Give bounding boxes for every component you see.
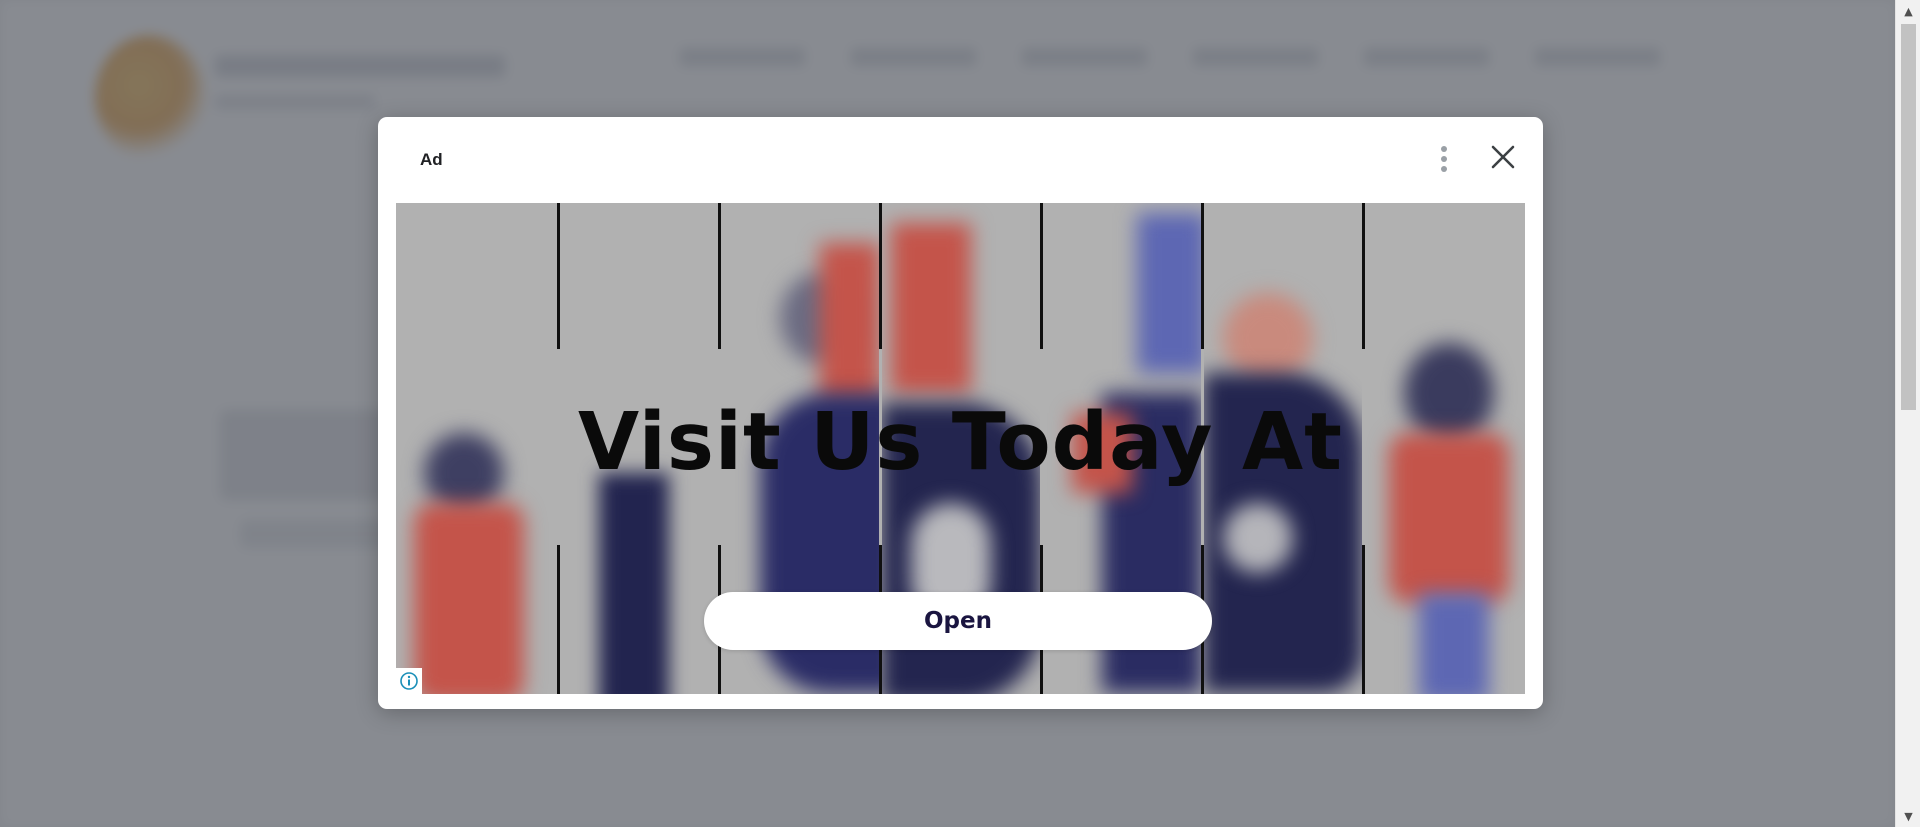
ad-creative[interactable]: Visit Us Today At Open bbox=[396, 203, 1525, 694]
more-vert-icon[interactable] bbox=[1430, 142, 1458, 176]
ad-dialog: Ad Visit Us Today At Open bbox=[378, 117, 1543, 709]
person-figure bbox=[414, 503, 524, 694]
vertical-scrollbar[interactable]: ▲ ▼ bbox=[1895, 0, 1920, 827]
person-figure bbox=[1419, 593, 1489, 694]
person-figure bbox=[1137, 213, 1201, 373]
scroll-down-arrow-icon[interactable]: ▼ bbox=[1896, 805, 1920, 827]
close-icon[interactable] bbox=[1486, 140, 1520, 174]
brand-letter-counter bbox=[1223, 503, 1293, 573]
brand-letter-shape bbox=[599, 473, 669, 694]
scroll-up-arrow-icon[interactable]: ▲ bbox=[1896, 0, 1920, 22]
open-button[interactable]: Open bbox=[704, 592, 1212, 650]
ad-label: Ad bbox=[420, 150, 443, 169]
person-figure bbox=[820, 243, 879, 403]
ad-headline: Visit Us Today At bbox=[578, 396, 1343, 488]
scrollbar-thumb[interactable] bbox=[1901, 24, 1916, 410]
person-figure bbox=[1223, 293, 1313, 383]
person-figure bbox=[891, 223, 971, 393]
info-icon[interactable] bbox=[396, 668, 422, 694]
